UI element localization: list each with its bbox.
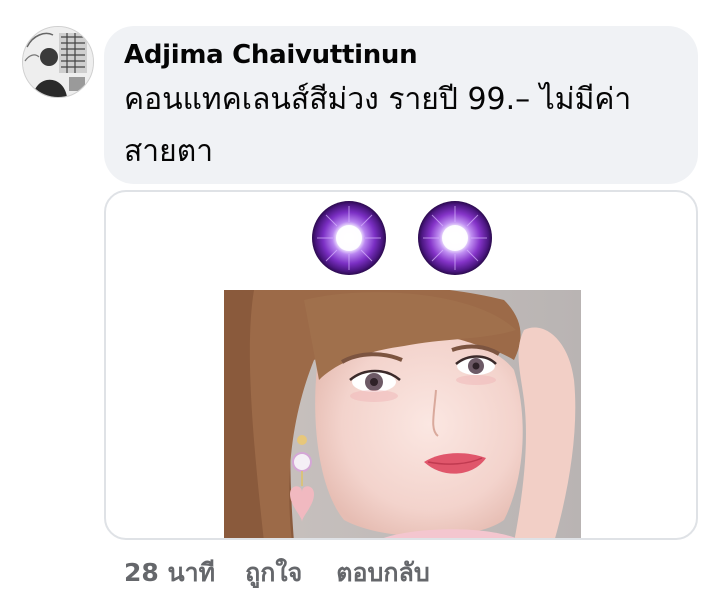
model-photo: [224, 290, 581, 538]
purple-contact-lens-icon: [312, 201, 386, 275]
comment-text: คอนแทคเลนส์สีม่วง รายปี 99.– ไม่มีค่าสาย…: [124, 82, 632, 169]
model-portrait-image: [224, 290, 581, 538]
purple-contact-lens-icon: [418, 201, 492, 275]
comment-image-attachment[interactable]: [104, 190, 698, 540]
comment-actions: 28 นาที ถูกใจ ตอบกลับ: [124, 553, 430, 593]
like-button[interactable]: ถูกใจ: [245, 553, 302, 593]
comment-bubble: Adjima Chaivuttinun คอนแทคเลนส์สีม่วง รา…: [104, 26, 698, 184]
comment-timestamp[interactable]: 28 นาที: [124, 553, 215, 593]
avatar[interactable]: [22, 26, 94, 98]
comment-thread: Adjima Chaivuttinun คอนแทคเลนส์สีม่วง รา…: [0, 0, 720, 607]
avatar-sketch-icon: [23, 27, 93, 97]
comment-author[interactable]: Adjima Chaivuttinun: [124, 38, 678, 72]
reply-button[interactable]: ตอบกลับ: [336, 553, 429, 593]
